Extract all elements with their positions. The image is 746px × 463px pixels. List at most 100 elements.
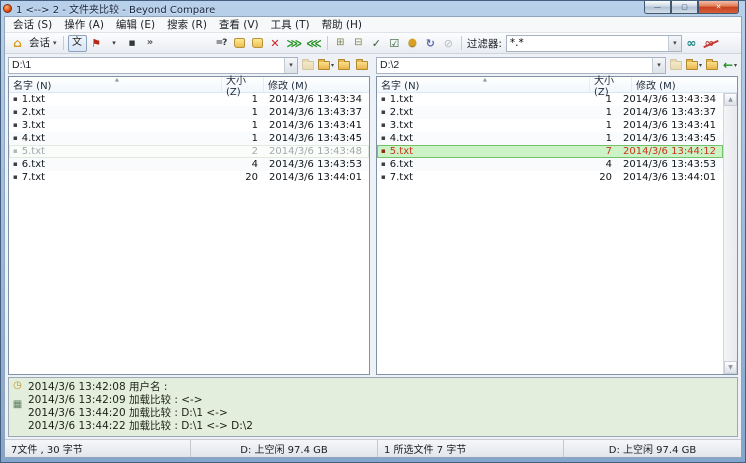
toolbar-overflow-button[interactable]: » bbox=[142, 35, 159, 52]
filter-input[interactable] bbox=[507, 37, 668, 49]
sync-to-left-button[interactable]: ⋘ bbox=[304, 35, 323, 52]
copy-to-left-button[interactable] bbox=[249, 35, 266, 52]
minimize-button[interactable]: — bbox=[644, 1, 671, 14]
file-row-older[interactable]: ▪5.txt 2 2014/3/6 13:43:48 bbox=[9, 145, 369, 158]
file-row-selected-newer[interactable]: ▪5.txt 7 2014/3/6 13:44:12 bbox=[377, 145, 723, 158]
file-icon: ▪ bbox=[13, 96, 18, 103]
menu-tools[interactable]: 工具 (T) bbox=[265, 16, 316, 33]
toggle-selection-button[interactable]: ☑ bbox=[386, 35, 403, 52]
copy-right-icon bbox=[234, 38, 245, 48]
hide-items-button[interactable]: ∞ bbox=[701, 35, 718, 52]
right-open-folder-button[interactable] bbox=[704, 57, 720, 73]
right-back-button[interactable]: ←▾ bbox=[722, 57, 738, 73]
checkbox-icon: ☑ bbox=[389, 38, 399, 49]
view-mode-button[interactable]: 文 bbox=[68, 35, 87, 52]
app-icon[interactable] bbox=[3, 4, 12, 13]
folder-icon bbox=[338, 61, 350, 70]
right-header-size[interactable]: 大小 (Z) bbox=[589, 77, 631, 92]
right-path-dropdown-button[interactable]: ▾ bbox=[652, 58, 665, 73]
collapse-all-button[interactable]: ⊟ bbox=[350, 35, 367, 52]
filter-dropdown-button[interactable]: ▾ bbox=[668, 36, 681, 51]
file-row[interactable]: ▪7.txt 20 2014/3/6 13:44:01 bbox=[377, 171, 723, 184]
session-settings-button[interactable]: ● bbox=[404, 35, 421, 52]
left-folder-disabled-button[interactable] bbox=[300, 57, 316, 73]
file-icon: ▪ bbox=[381, 161, 386, 168]
file-row[interactable]: ▪3.txt 1 2014/3/6 13:43:41 bbox=[9, 119, 369, 132]
file-name: 7.txt bbox=[22, 172, 45, 183]
right-browse-folder-button[interactable]: ▾ bbox=[686, 57, 702, 73]
sync-to-right-button[interactable]: ⋙ bbox=[285, 35, 304, 52]
folder-icon bbox=[706, 61, 718, 70]
rules-button[interactable]: ⚑ bbox=[88, 35, 105, 52]
log-line: 2014/3/6 13:42:09 加载比较 : <-> bbox=[28, 394, 735, 407]
show-all-button[interactable]: ∞ bbox=[683, 35, 700, 52]
file-name-cell: ▪7.txt bbox=[377, 172, 575, 183]
menu-search[interactable]: 搜索 (R) bbox=[161, 16, 213, 33]
menu-session[interactable]: 会话 (S) bbox=[7, 16, 58, 33]
chevron-down-icon: ▾ bbox=[699, 62, 702, 69]
right-header-name[interactable]: 名字 (N) ▲ bbox=[377, 77, 589, 92]
file-row[interactable]: ▪6.txt 4 2014/3/6 13:43:53 bbox=[9, 158, 369, 171]
file-icon: ▪ bbox=[13, 109, 18, 116]
file-icon: ▪ bbox=[381, 135, 386, 142]
status-right-selection: 1 所选文件 7 字节 bbox=[378, 440, 564, 457]
copy-to-right-button[interactable] bbox=[231, 35, 248, 52]
file-row[interactable]: ▪2.txt 1 2014/3/6 13:43:37 bbox=[377, 106, 723, 119]
right-path-input[interactable] bbox=[377, 59, 652, 71]
maximize-button[interactable]: ▢ bbox=[671, 1, 698, 14]
file-row[interactable]: ▪3.txt 1 2014/3/6 13:43:41 bbox=[377, 119, 723, 132]
sessions-dropdown-button[interactable]: 会话 ▾ bbox=[27, 35, 59, 52]
left-header-size[interactable]: 大小 (Z) bbox=[221, 77, 263, 92]
marker-triangle-button[interactable]: ▾ bbox=[106, 35, 123, 52]
left-path-dropdown-button[interactable]: ▾ bbox=[284, 58, 297, 73]
right-header-modified[interactable]: 修改 (M) bbox=[631, 77, 737, 92]
delete-button[interactable]: ✕ bbox=[267, 35, 284, 52]
refresh-button[interactable]: ↻ bbox=[422, 35, 439, 52]
compare-contents-button[interactable]: =? bbox=[213, 35, 230, 52]
file-name-cell: ▪ 1.txt bbox=[9, 94, 221, 105]
file-name: 5.txt bbox=[22, 146, 45, 157]
chevron-down-icon: ▾ bbox=[289, 61, 293, 69]
folder-icon bbox=[686, 61, 698, 70]
right-column-headers: 名字 (N) ▲ 大小 (Z) 修改 (M) bbox=[377, 77, 737, 93]
right-folder-disabled-button[interactable] bbox=[668, 57, 684, 73]
file-row[interactable]: ▪4.txt 1 2014/3/6 13:43:45 bbox=[377, 132, 723, 145]
menu-edit[interactable]: 编辑 (E) bbox=[110, 16, 161, 33]
file-icon: ▪ bbox=[381, 174, 386, 181]
marker-square-button[interactable]: ■ bbox=[124, 35, 141, 52]
left-open-folder-button[interactable] bbox=[336, 57, 352, 73]
status-left-file-count: 7文件 , 30 字节 bbox=[5, 440, 191, 457]
file-row[interactable]: ▪2.txt 1 2014/3/6 13:43:37 bbox=[9, 106, 369, 119]
file-row[interactable]: ▪1.txt 1 2014/3/6 13:43:34 bbox=[9, 93, 369, 106]
select-files-button[interactable]: ✓ bbox=[368, 35, 385, 52]
file-row[interactable]: ▪6.txt 4 2014/3/6 13:43:53 bbox=[377, 158, 723, 171]
left-parent-folder-button[interactable] bbox=[354, 57, 370, 73]
expand-all-button[interactable]: ⊞ bbox=[332, 35, 349, 52]
expand-all-icon: ⊞ bbox=[336, 38, 344, 48]
close-button[interactable]: ✕ bbox=[698, 1, 739, 14]
left-header-modified[interactable]: 修改 (M) bbox=[263, 77, 369, 92]
file-row[interactable]: ▪7.txt 20 2014/3/6 13:44:01 bbox=[9, 171, 369, 184]
left-path-input[interactable] bbox=[9, 59, 284, 71]
scroll-down-button[interactable]: ▼ bbox=[724, 361, 737, 374]
scroll-up-button[interactable]: ▲ bbox=[724, 93, 737, 106]
left-browse-folder-button[interactable]: ▾ bbox=[318, 57, 334, 73]
right-file-list: 名字 (N) ▲ 大小 (Z) 修改 (M) ▪1.txt 1 2014/3/6… bbox=[376, 76, 738, 375]
sort-ascending-icon: ▲ bbox=[483, 77, 487, 83]
file-name: 1.txt bbox=[22, 94, 45, 105]
stop-button[interactable]: ⊘ bbox=[440, 35, 457, 52]
file-name-cell: ▪4.txt bbox=[377, 133, 575, 144]
right-scrollbar[interactable]: ▲ ▼ bbox=[723, 93, 737, 374]
file-modified: 2014/3/6 13:43:45 bbox=[263, 133, 369, 144]
home-button[interactable]: ⌂ bbox=[9, 35, 26, 52]
file-row[interactable]: ▪1.txt 1 2014/3/6 13:43:34 bbox=[377, 93, 723, 106]
right-path-row: ▾ ▾ ←▾ bbox=[376, 56, 738, 74]
left-path-row: ▾ ▾ bbox=[8, 56, 370, 74]
menu-actions[interactable]: 操作 (A) bbox=[58, 16, 110, 33]
menu-help[interactable]: 帮助 (H) bbox=[316, 16, 368, 33]
file-row[interactable]: ▪4.txt 1 2014/3/6 13:43:45 bbox=[9, 132, 369, 145]
menu-view[interactable]: 查看 (V) bbox=[213, 16, 265, 33]
log-icon-column: ◷ ▦ bbox=[9, 378, 26, 436]
file-icon: ▪ bbox=[13, 174, 18, 181]
left-header-name[interactable]: 名字 (N) ▲ bbox=[9, 77, 221, 92]
